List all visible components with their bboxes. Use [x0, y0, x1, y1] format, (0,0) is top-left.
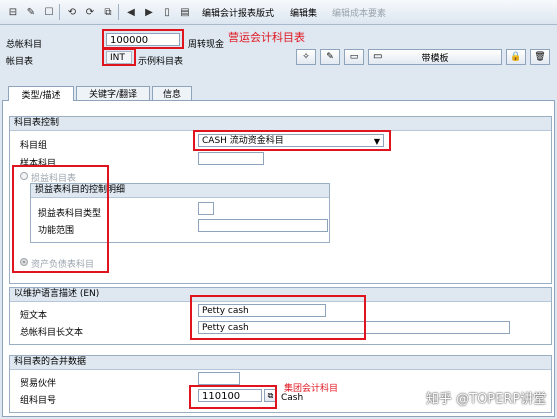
account-group-highlight — [193, 130, 391, 151]
consolidation-group-title: 科目表的合并数据 — [10, 356, 551, 370]
operating-chart-annotation: 营运会计科目表 — [228, 31, 305, 44]
trading-partner-field[interactable] — [198, 372, 240, 385]
application-toolbar: ⊟ ✎ ☐ ⟲ ⟳ ⧉ ◀ ▶ ▯ ▤ 编辑会计报表版式 编辑集 编辑成本要素 — [0, 0, 557, 25]
with-template-button[interactable]: ▭ 带模板 — [368, 49, 502, 65]
trading-partner-label: 贸易伙伴 — [20, 379, 57, 389]
group-chart-annotation: 集团会计科目 — [284, 384, 339, 394]
group-account-highlight — [189, 385, 277, 409]
tab-information[interactable]: 信息 — [152, 86, 192, 100]
sample-account-field[interactable] — [198, 152, 264, 165]
edit-pencil-icon[interactable]: ✎ — [320, 49, 340, 65]
lock-icon[interactable]: 🔒 — [506, 49, 526, 65]
copy-icon[interactable]: ⧉ — [99, 4, 117, 21]
account-group-label: 科目组 — [20, 141, 48, 151]
where-used-icon[interactable]: ⟳ — [81, 4, 99, 21]
display-list-icon[interactable]: ▯ — [158, 4, 176, 21]
next-icon[interactable]: ▶ — [140, 4, 158, 21]
long-text-label: 总帐科目长文本 — [20, 328, 84, 338]
template-icon: ▭ — [373, 51, 383, 62]
edit-chart-layout-button[interactable]: 编辑会计报表版式 — [202, 6, 274, 19]
fast-entry-icon[interactable]: ✧ — [296, 49, 316, 65]
other-object-icon[interactable]: ⟲ — [63, 4, 81, 21]
display-icon[interactable]: ☐ — [40, 4, 58, 21]
pl-account-type-field[interactable] — [198, 202, 214, 215]
gl-account-description: 周转现金 — [188, 40, 225, 50]
display-change-icon[interactable]: ✎ — [22, 4, 40, 21]
description-highlight — [190, 295, 366, 340]
chart-of-accounts-description: 示例科目表 — [138, 57, 184, 67]
previous-icon[interactable]: ◀ — [122, 4, 140, 21]
chart-of-accounts-highlight — [102, 48, 136, 66]
watermark: 知乎 @TOPERP讲堂 — [426, 392, 547, 407]
save-icon[interactable]: ⊟ — [4, 4, 22, 21]
edit-set-button[interactable]: 编辑集 — [290, 6, 317, 19]
chart-of-accounts-label: 帐目表 — [6, 57, 34, 67]
new-document-icon[interactable]: ▭ — [344, 49, 364, 65]
tab-type-description[interactable]: 类型/描述 — [8, 86, 74, 101]
with-template-label: 带模板 — [421, 53, 449, 64]
trash-icon[interactable]: 🗑 — [530, 49, 550, 65]
edit-cost-element-button[interactable]: 编辑成本要素 — [332, 6, 386, 19]
gl-account-label: 总帐科目 — [6, 40, 43, 50]
account-type-highlight — [12, 165, 109, 273]
group-account-description: Cash — [281, 393, 304, 403]
create-icon[interactable]: ▤ — [176, 4, 194, 21]
short-text-label: 短文本 — [20, 311, 48, 321]
tab-keyword-translation[interactable]: 关键字/翻译 — [76, 86, 150, 100]
control-group-title: 科目表控制 — [10, 117, 551, 131]
group-account-label: 组科目号 — [20, 396, 57, 406]
gl-account-highlight — [102, 29, 184, 49]
functional-area-field[interactable] — [198, 219, 328, 232]
